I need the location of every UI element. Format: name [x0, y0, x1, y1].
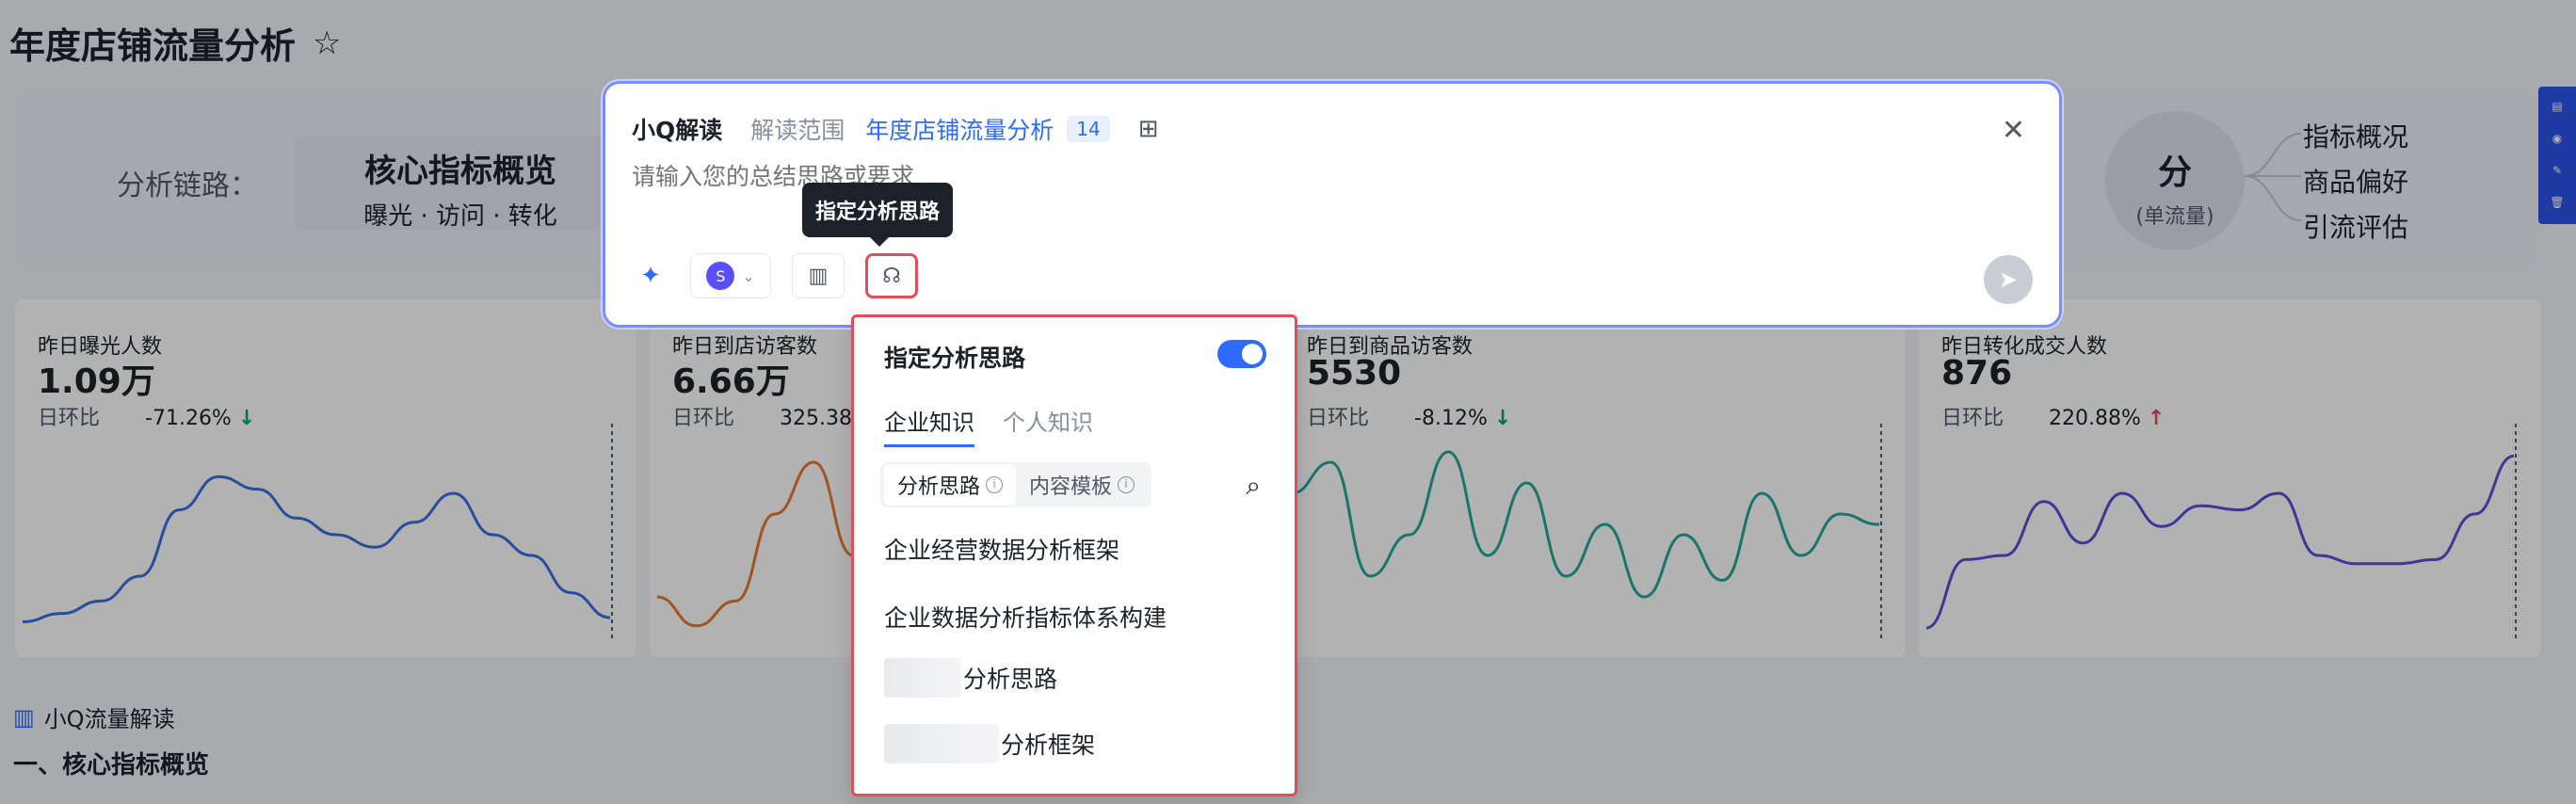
table-icon[interactable]: ⊞ — [1138, 115, 1159, 143]
panel-toolbar: ✦ S ⌄ ▥ ☊ — [632, 253, 918, 298]
model-icon: S — [706, 262, 735, 290]
chevron-down-icon: ⌄ — [742, 266, 755, 285]
info-icon: i — [1118, 476, 1135, 493]
tab-enterprise[interactable]: 企业知识 — [884, 404, 974, 447]
knowledge-book-button[interactable]: ▥ — [792, 253, 845, 298]
analysis-dropdown: 指定分析思路 企业知识 个人知识 分析思路 i 内容模板 i ⌕ 企业经营数据分析框… — [851, 314, 1297, 796]
model-selector[interactable]: S ⌄ — [690, 253, 771, 298]
segment-label: 内容模板 — [1029, 475, 1113, 499]
segment-control: 分析思路 i 内容模板 i — [880, 462, 1152, 507]
brain-icon: ☊ — [882, 264, 901, 288]
list-item[interactable]: 分析思路 — [884, 658, 1057, 698]
panel-header: 小Q解读 解读范围 年度店铺流量分析 14 ⊞ — [632, 112, 1159, 146]
redacted-block — [884, 724, 999, 764]
prompt-input[interactable] — [632, 163, 1573, 190]
scope-count-badge: 14 — [1067, 116, 1110, 142]
segment-label: 分析思路 — [897, 475, 981, 499]
knowledge-tabs: 企业知识 个人知识 — [884, 404, 1093, 447]
close-icon[interactable]: ✕ — [2002, 114, 2025, 147]
info-icon: i — [986, 476, 1004, 493]
send-icon: ➤ — [1998, 266, 2019, 293]
dropdown-title: 指定分析思路 — [884, 345, 1026, 372]
scope-target-link[interactable]: 年度店铺流量分析 — [865, 112, 1054, 146]
tooltip: 指定分析思路 — [802, 183, 953, 247]
tab-personal[interactable]: 个人知识 — [1003, 404, 1093, 447]
list-item-label: 分析框架 — [1001, 732, 1096, 759]
enable-toggle[interactable] — [1217, 340, 1266, 368]
list-item-label: 分析思路 — [963, 666, 1058, 693]
scope-label: 解读范围 — [750, 117, 845, 144]
book-icon: ▥ — [808, 264, 829, 288]
search-icon[interactable]: ⌕ — [1246, 470, 1261, 502]
send-button[interactable]: ➤ — [1984, 255, 2033, 304]
magic-wand-icon[interactable]: ✦ — [632, 253, 669, 298]
list-item[interactable]: 企业经营数据分析框架 — [884, 532, 1119, 566]
segment-template[interactable]: 内容模板 i — [1016, 464, 1148, 506]
segment-analysis[interactable]: 分析思路 i — [884, 464, 1017, 506]
specify-analysis-button[interactable]: ☊ — [865, 253, 918, 298]
redacted-block — [884, 658, 961, 698]
panel-brand: 小Q解读 — [632, 117, 723, 144]
list-item[interactable]: 分析框架 — [884, 724, 1095, 764]
list-item[interactable]: 企业数据分析指标体系构建 — [884, 600, 1167, 634]
